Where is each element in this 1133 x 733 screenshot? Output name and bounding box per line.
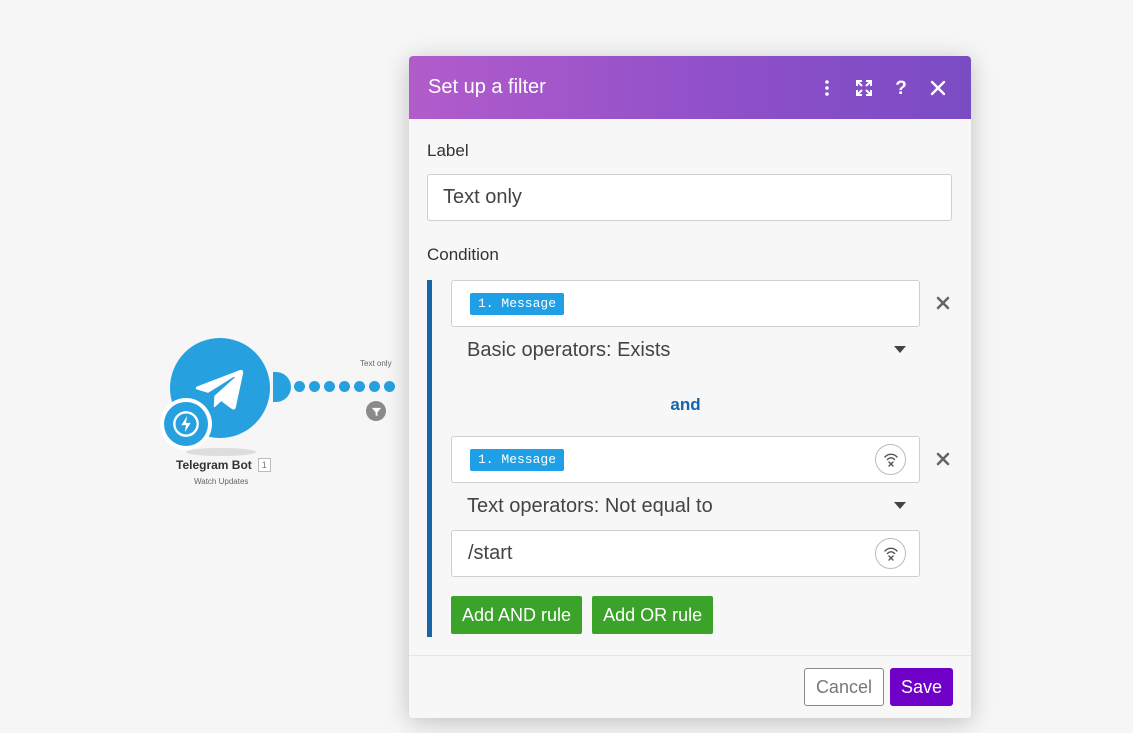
- close-icon[interactable]: [924, 74, 952, 102]
- more-vertical-icon[interactable]: [813, 74, 841, 102]
- dialog-header: Set up a filter ?: [409, 56, 971, 119]
- and-joiner: and: [670, 395, 701, 414]
- rule-2: 1. Message: [451, 436, 953, 483]
- module-title-text: Telegram Bot: [176, 458, 252, 472]
- chevron-down-icon: [894, 346, 906, 353]
- route-dot: [384, 381, 395, 392]
- module-subtitle: Watch Updates: [194, 477, 249, 486]
- condition-group: 1. Message Basic operators: Exists and 1…: [427, 280, 953, 637]
- route-dot: [354, 381, 365, 392]
- filter-funnel-icon[interactable]: [366, 401, 386, 421]
- route-dot: [339, 381, 350, 392]
- expand-icon[interactable]: [850, 74, 878, 102]
- mapping-toggle-icon[interactable]: [875, 538, 906, 569]
- remove-rule-2-button[interactable]: [932, 448, 954, 470]
- chevron-down-icon: [894, 502, 906, 509]
- filter-dialog: Set up a filter ? Label Text only Condit…: [409, 56, 971, 718]
- telegram-bot-module[interactable]: Telegram Bot 1 Watch Updates: [150, 330, 310, 500]
- save-button[interactable]: Save: [889, 668, 953, 706]
- help-icon[interactable]: ?: [887, 74, 915, 102]
- remove-rule-1-button[interactable]: [932, 292, 954, 314]
- module-number: 1: [257, 458, 271, 472]
- add-and-rule-button[interactable]: Add AND rule: [451, 596, 583, 634]
- mapping-toggle-icon[interactable]: [875, 444, 906, 475]
- route-dot: [369, 381, 380, 392]
- route-dot: [294, 381, 305, 392]
- mapped-field-pill[interactable]: 1. Message: [470, 292, 565, 315]
- route-dot: [309, 381, 320, 392]
- add-or-rule-button[interactable]: Add OR rule: [592, 596, 714, 634]
- dialog-title: Set up a filter: [428, 76, 546, 98]
- rule-2-operator-select[interactable]: Text operators: Not equal to: [451, 483, 920, 530]
- module-shadow: [186, 448, 256, 456]
- mapped-field-pill[interactable]: 1. Message: [470, 448, 565, 471]
- rule-1: 1. Message: [451, 280, 953, 327]
- rule-2-value-input[interactable]: /start: [451, 530, 920, 577]
- module-title: Telegram Bot 1: [176, 458, 271, 472]
- rule-2-value-text: /start: [468, 542, 513, 564]
- condition-label: Condition: [427, 245, 499, 264]
- add-rule-buttons: Add AND rule Add OR rule: [451, 596, 953, 634]
- label-field-label: Label: [427, 141, 469, 160]
- dialog-body: Label Text only Condition 1. Message Bas…: [409, 141, 971, 637]
- rule-1-operator-value: Basic operators: Exists: [467, 339, 671, 361]
- svg-text:?: ?: [895, 78, 907, 98]
- connection-label[interactable]: Text only: [360, 359, 392, 368]
- rule-2-field-input[interactable]: 1. Message: [451, 436, 920, 483]
- rule-2-operator-value: Text operators: Not equal to: [467, 495, 713, 517]
- label-input[interactable]: Text only: [427, 174, 952, 221]
- dialog-footer: Cancel Save: [409, 655, 971, 718]
- lightning-icon: [164, 402, 208, 446]
- rule-1-field-input[interactable]: 1. Message: [451, 280, 920, 327]
- cancel-button[interactable]: Cancel: [803, 668, 884, 706]
- condition-group-bar: [427, 280, 432, 637]
- rule-1-operator-select[interactable]: Basic operators: Exists: [451, 327, 920, 374]
- trigger-badge: [160, 398, 212, 450]
- route-dot: [324, 381, 335, 392]
